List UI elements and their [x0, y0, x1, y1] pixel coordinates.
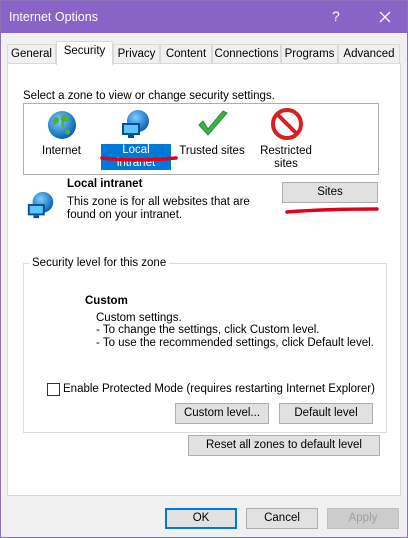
checkmark-icon [198, 110, 228, 136]
zone-local-intranet[interactable] [119, 107, 153, 141]
zone-label-trusted-sites[interactable]: Trusted sites [179, 145, 245, 158]
zone-trusted-sites[interactable] [196, 108, 230, 142]
security-level-line: Custom settings. [96, 312, 182, 324]
tab-connections[interactable]: Connections [212, 44, 281, 64]
zone-label-internet[interactable]: Internet [39, 145, 84, 158]
default-level-button[interactable]: Default level [279, 403, 373, 424]
tab-strip: General Security Privacy Content Connect… [7, 41, 401, 65]
zone-label-restricted-sites[interactable]: Restricted sites [256, 145, 316, 171]
zone-instruction: Select a zone to view or change security… [23, 90, 275, 102]
zone-info-description: This zone is for all websites that are f… [67, 196, 250, 221]
ok-button[interactable]: OK [165, 508, 237, 529]
red-underline-mark [100, 156, 178, 162]
sites-button[interactable]: Sites [282, 182, 378, 203]
reset-all-zones-button[interactable]: Reset all zones to default level [188, 435, 380, 456]
tab-privacy[interactable]: Privacy [113, 44, 160, 64]
cancel-button[interactable]: Cancel [246, 508, 318, 529]
protected-mode-label[interactable]: Enable Protected Mode (requires restarti… [63, 383, 375, 395]
zone-info-icon [25, 189, 57, 221]
zone-internet[interactable] [46, 109, 78, 141]
globe-icon [48, 111, 76, 139]
tab-advanced[interactable]: Advanced [338, 44, 400, 64]
zone-restricted-sites[interactable] [270, 107, 304, 141]
security-level-name: Custom [85, 295, 128, 307]
internet-options-dialog: Internet Options ? General Security Priv… [0, 0, 408, 538]
tab-general[interactable]: General [7, 44, 56, 64]
apply-button[interactable]: Apply [327, 508, 399, 529]
help-button[interactable]: ? [332, 8, 340, 24]
security-level-group-title: Security level for this zone [29, 257, 170, 269]
security-level-line: - To use the recommended settings, click… [96, 337, 374, 349]
tab-security[interactable]: Security [56, 41, 113, 65]
title-bar: Internet Options ? [1, 1, 407, 33]
tab-content[interactable]: Content [160, 44, 212, 64]
custom-level-button[interactable]: Custom level... [175, 403, 269, 424]
red-underline-mark [285, 207, 379, 214]
protected-mode-checkbox[interactable] [47, 383, 60, 396]
restricted-icon [271, 108, 303, 140]
zone-info-title: Local intranet [67, 178, 143, 190]
intranet-icon [27, 191, 54, 219]
intranet-icon [122, 110, 149, 138]
tab-programs[interactable]: Programs [281, 44, 338, 64]
close-icon[interactable] [371, 5, 399, 29]
window-title: Internet Options [9, 10, 98, 24]
security-level-line: - To change the settings, click Custom l… [96, 324, 320, 336]
